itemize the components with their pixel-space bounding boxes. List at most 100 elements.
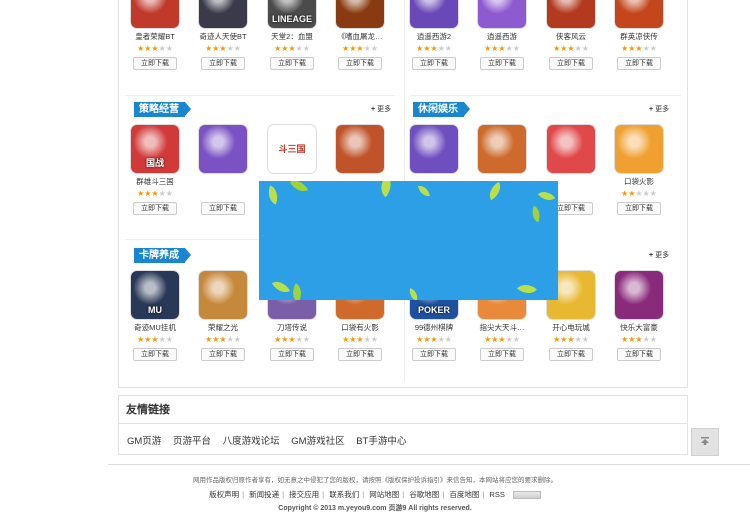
section-title-strategy[interactable]: 策略经营 xyxy=(134,102,191,117)
app-card[interactable]: 国战 群雄斗三国 ★★★★★ 立即下载 xyxy=(127,125,183,215)
game-name[interactable]: 刀塔传说 xyxy=(264,323,320,333)
game-name[interactable]: 群英凉侠传 xyxy=(611,32,667,42)
game-icon[interactable] xyxy=(199,0,247,28)
download-button[interactable]: 立即下载 xyxy=(338,57,382,70)
game-icon[interactable] xyxy=(336,0,384,28)
game-name[interactable]: 侠客风云 xyxy=(543,32,599,42)
footer-link[interactable]: 新闻投递 xyxy=(249,490,279,499)
app-card[interactable]: 群英凉侠传 ★★★★★ 立即下载 xyxy=(611,0,667,70)
friend-link[interactable]: 八度游戏论坛 xyxy=(223,436,280,447)
app-card[interactable]: 立即下载 xyxy=(195,125,251,215)
footer-link[interactable]: 谷歌地图 xyxy=(409,490,439,499)
game-name[interactable]: 开心电玩城 xyxy=(543,323,599,333)
download-button[interactable]: 立即下载 xyxy=(201,348,245,361)
more-link-card[interactable]: + 更多 xyxy=(649,250,669,260)
app-card[interactable]: 侠客风云 ★★★★★ 立即下载 xyxy=(543,0,599,70)
game-name[interactable]: 群雄斗三国 xyxy=(127,177,183,187)
app-card[interactable]: 逍遥西游2 ★★★★★ 立即下载 xyxy=(406,0,462,70)
game-icon[interactable]: 国战 xyxy=(131,125,179,173)
game-icon[interactable]: 斗三国 xyxy=(268,125,316,173)
section-title-card[interactable]: 卡牌养成 xyxy=(134,248,191,263)
game-icon[interactable] xyxy=(199,271,247,319)
download-button[interactable]: 立即下载 xyxy=(617,202,661,215)
app-card[interactable]: 奇迹人天使BT ★★★★★ 立即下载 xyxy=(195,0,251,70)
game-icon[interactable] xyxy=(547,125,595,173)
app-card[interactable]: 荣耀之光 ★★★★★ 立即下载 xyxy=(195,271,251,361)
rating-stars: ★★★★★ xyxy=(274,44,310,53)
friendly-links-title: 友情链接 xyxy=(119,396,687,424)
game-icon[interactable] xyxy=(410,125,458,173)
rating-stars: ★★★★★ xyxy=(621,335,657,344)
download-button[interactable]: 立即下载 xyxy=(412,57,456,70)
download-button[interactable]: 立即下载 xyxy=(480,57,524,70)
game-icon[interactable] xyxy=(615,271,663,319)
game-icon[interactable] xyxy=(336,125,384,173)
download-button[interactable]: 立即下载 xyxy=(338,348,382,361)
game-icon[interactable] xyxy=(131,0,179,28)
game-name[interactable]: 99德州棋牌 xyxy=(406,323,462,333)
app-card[interactable]: 皇者荣耀BT ★★★★★ 立即下载 xyxy=(127,0,183,70)
footer-link[interactable]: RSS xyxy=(489,490,504,499)
friendly-links-box: 友情链接 GM页游 页游平台 八度游戏论坛 GM游戏社区 BT手游中心 xyxy=(118,395,688,455)
game-name[interactable]: 《嗜血屠龙… xyxy=(332,32,388,42)
game-icon[interactable] xyxy=(478,0,526,28)
leaf-decoration xyxy=(528,205,544,223)
app-card[interactable]: 口袋火影 ★★★★★ 立即下载 xyxy=(611,125,667,215)
app-card[interactable]: MU 奇迹MU挂机 ★★★★★ 立即下载 xyxy=(127,271,183,361)
download-button[interactable]: 立即下载 xyxy=(412,348,456,361)
app-card[interactable]: 快乐大富豪 ★★★★★ 立即下载 xyxy=(611,271,667,361)
download-button[interactable]: 立即下载 xyxy=(549,57,593,70)
friend-link[interactable]: GM游戏社区 xyxy=(291,436,344,447)
footer-link[interactable]: 网站地图 xyxy=(369,490,399,499)
download-button[interactable]: 立即下载 xyxy=(480,348,524,361)
game-icon[interactable] xyxy=(199,125,247,173)
game-name[interactable]: 天堂2：血盟 xyxy=(264,32,320,42)
download-button[interactable]: 立即下载 xyxy=(133,57,177,70)
ad-overlay[interactable] xyxy=(259,181,558,300)
footer-link[interactable]: 联系我们 xyxy=(329,490,359,499)
section-divider xyxy=(411,95,681,96)
game-icon[interactable] xyxy=(478,125,526,173)
section-title-casual[interactable]: 休闲娱乐 xyxy=(413,102,470,117)
game-icon[interactable] xyxy=(410,0,458,28)
game-name[interactable]: 奇迹MU挂机 xyxy=(127,323,183,333)
download-button[interactable]: 立即下载 xyxy=(133,348,177,361)
footer-link[interactable]: 百度地图 xyxy=(449,490,479,499)
game-name[interactable]: 口袋火影 xyxy=(611,177,667,187)
game-icon[interactable] xyxy=(615,125,663,173)
download-button[interactable]: 立即下载 xyxy=(617,57,661,70)
game-icon[interactable]: MU xyxy=(131,271,179,319)
back-to-top-button[interactable] xyxy=(691,428,719,456)
download-button[interactable]: 立即下载 xyxy=(549,348,593,361)
game-name[interactable]: 荣耀之光 xyxy=(195,323,251,333)
friend-link[interactable]: GM页游 xyxy=(127,436,161,447)
download-button[interactable]: 立即下载 xyxy=(617,348,661,361)
footer-link[interactable]: 接交应用 xyxy=(289,490,319,499)
game-name[interactable]: 口袋有火影 xyxy=(332,323,388,333)
game-name[interactable]: 逍遥西游2 xyxy=(406,32,462,42)
more-link-casual[interactable]: + 更多 xyxy=(649,104,669,114)
download-button[interactable]: 立即下载 xyxy=(201,202,245,215)
game-name[interactable]: 皇者荣耀BT xyxy=(127,32,183,42)
friend-link[interactable]: 页游平台 xyxy=(173,436,211,447)
more-link-strategy[interactable]: + 更多 xyxy=(371,104,391,114)
leaf-decoration xyxy=(517,279,537,299)
game-icon[interactable] xyxy=(547,0,595,28)
download-button[interactable]: 立即下载 xyxy=(133,202,177,215)
app-card[interactable]: 《嗜血屠龙… ★★★★★ 立即下载 xyxy=(332,0,388,70)
rating-stars: ★★★★★ xyxy=(484,44,520,53)
rss-badge-icon[interactable] xyxy=(512,491,541,500)
app-card[interactable]: LINEAGE 天堂2：血盟 ★★★★★ 立即下载 xyxy=(264,0,320,70)
footer-link[interactable]: 版权声明 xyxy=(209,490,239,499)
download-button[interactable]: 立即下载 xyxy=(270,348,314,361)
app-card[interactable]: 逍遥西游 ★★★★★ 立即下载 xyxy=(474,0,530,70)
game-name[interactable]: 逍遥西游 xyxy=(474,32,530,42)
game-icon[interactable]: LINEAGE xyxy=(268,0,316,28)
game-name[interactable]: 奇迹人天使BT xyxy=(195,32,251,42)
game-name[interactable]: 指尖大天斗… xyxy=(474,323,530,333)
game-icon[interactable] xyxy=(615,0,663,28)
game-name[interactable]: 快乐大富豪 xyxy=(611,323,667,333)
friend-link[interactable]: BT手游中心 xyxy=(356,436,406,447)
download-button[interactable]: 立即下载 xyxy=(201,57,245,70)
download-button[interactable]: 立即下载 xyxy=(270,57,314,70)
